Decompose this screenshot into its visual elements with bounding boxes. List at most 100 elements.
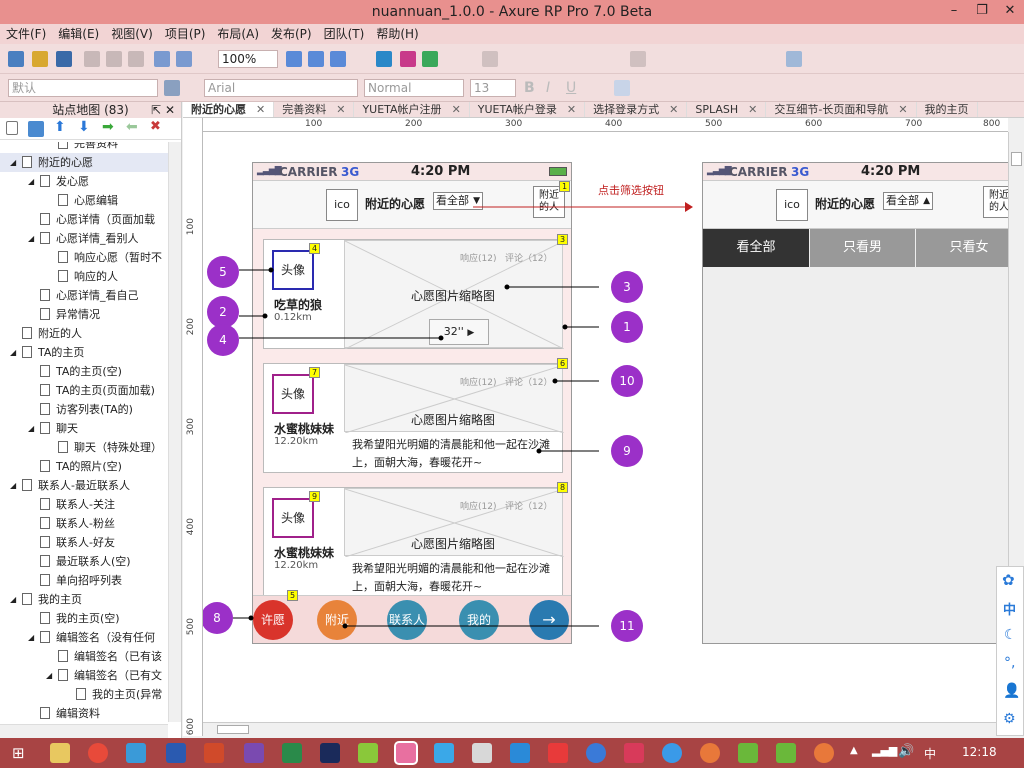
- segment-female[interactable]: 只看女: [916, 229, 1008, 267]
- cut-icon[interactable]: [84, 51, 100, 67]
- tree-item[interactable]: 响应心愿（暂时不: [0, 248, 168, 267]
- collapse-icon[interactable]: ◢: [28, 628, 34, 647]
- undo-icon[interactable]: [154, 51, 170, 67]
- dots-icon[interactable]: °,: [1004, 655, 1015, 671]
- preview-icon[interactable]: [376, 51, 392, 67]
- tab-page[interactable]: YUETA帐户登录 ✕: [470, 102, 586, 117]
- tree-item[interactable]: 我的主页(空): [0, 609, 168, 628]
- powerpoint-icon[interactable]: [204, 743, 224, 763]
- close-tab-icon[interactable]: ✕: [452, 103, 461, 116]
- delete-page-icon[interactable]: ✖: [150, 119, 161, 134]
- indent-icon[interactable]: ➡: [102, 119, 114, 135]
- add-page-icon[interactable]: [6, 121, 18, 135]
- network-icon[interactable]: ▂▄▆: [872, 744, 897, 757]
- menu-publish[interactable]: 发布(P): [265, 24, 318, 44]
- visibility-icon[interactable]: [786, 51, 802, 67]
- moon-icon[interactable]: ☾: [1004, 627, 1017, 643]
- design-canvas[interactable]: ▂▃▅▇ CARRIER 3G 4:20 PM ico 附近的心愿 看全部 ▼ 附…: [203, 132, 1008, 722]
- filter-dropdown[interactable]: 看全部 ▲: [883, 192, 933, 210]
- maximize-button[interactable]: ❐: [968, 0, 996, 22]
- tree-item[interactable]: 单向招呼列表: [0, 571, 168, 590]
- menu-edit[interactable]: 编辑(E): [52, 24, 105, 44]
- tree-item[interactable]: 聊天（特殊处理）: [0, 438, 168, 457]
- segment-male[interactable]: 只看男: [810, 229, 915, 267]
- app-icon[interactable]: [776, 743, 796, 763]
- tree-item[interactable]: ◢ 我的主页: [0, 590, 168, 609]
- tree-item[interactable]: ◢ 心愿详情_看别人: [0, 229, 168, 248]
- align-center-icon[interactable]: [614, 80, 630, 96]
- chrome-icon[interactable]: [88, 743, 108, 763]
- collapse-icon[interactable]: ◢: [10, 343, 16, 362]
- segment-all[interactable]: 看全部: [703, 229, 809, 267]
- tree-item[interactable]: 联系人-粉丝: [0, 514, 168, 533]
- tree-item[interactable]: 心愿编辑: [0, 191, 168, 210]
- tree-item[interactable]: 附近的人: [0, 324, 168, 343]
- tree-item[interactable]: 完善资料: [0, 142, 168, 153]
- fill-color-icon[interactable]: [630, 51, 646, 67]
- user-icon[interactable]: 👤: [1003, 683, 1020, 699]
- tree-item[interactable]: ◢ 联系人-最近联系人: [0, 476, 168, 495]
- font-select[interactable]: Arial: [204, 79, 358, 97]
- close-button[interactable]: ✕: [996, 0, 1024, 22]
- tree-item[interactable]: 异常情况: [0, 305, 168, 324]
- pointer-icon[interactable]: [308, 51, 324, 67]
- ime-indicator[interactable]: 中: [924, 745, 936, 762]
- tree-item-selected[interactable]: ◢ 附近的心愿: [0, 153, 168, 172]
- style-edit-icon[interactable]: [164, 80, 180, 96]
- tree-item[interactable]: TA的照片(空): [0, 457, 168, 476]
- collapse-icon[interactable]: ◢: [28, 229, 34, 248]
- app-icon[interactable]: [662, 743, 682, 763]
- minimize-button[interactable]: –: [940, 0, 968, 22]
- app-icon[interactable]: [472, 743, 492, 763]
- scroll-thumb[interactable]: [1011, 152, 1022, 166]
- gear-icon[interactable]: ⚙: [1003, 711, 1016, 727]
- style-select[interactable]: 默认: [8, 79, 158, 97]
- tree-item[interactable]: 联系人-关注: [0, 495, 168, 514]
- close-tab-icon[interactable]: ✕: [256, 103, 265, 116]
- tree-item[interactable]: TA的主页(空): [0, 362, 168, 381]
- close-tab-icon[interactable]: ✕: [567, 103, 576, 116]
- outdent-icon[interactable]: ⬅: [126, 119, 138, 135]
- tab-page[interactable]: YUETA帐户注册 ✕: [354, 102, 470, 117]
- close-tab-icon[interactable]: ✕: [898, 103, 907, 116]
- app-icon[interactable]: [126, 743, 146, 763]
- word-icon[interactable]: [166, 743, 186, 763]
- scroll-thumb[interactable]: [217, 725, 249, 734]
- tray-expand-icon[interactable]: ▲: [850, 745, 858, 756]
- menu-file[interactable]: 文件(F): [0, 24, 52, 44]
- tab-page[interactable]: SPLASH ✕: [687, 102, 767, 117]
- redo-icon[interactable]: [176, 51, 192, 67]
- tree-item[interactable]: 最近联系人(空): [0, 552, 168, 571]
- tab-page[interactable]: 我的主页: [917, 102, 978, 117]
- popout-icon[interactable]: ⇱: [151, 102, 161, 118]
- open-icon[interactable]: [32, 51, 48, 67]
- windows-start-icon[interactable]: ⊞: [12, 744, 25, 762]
- chinese-input-icon[interactable]: 中: [1003, 599, 1016, 618]
- menu-project[interactable]: 项目(P): [159, 24, 212, 44]
- tree-item[interactable]: 访客列表(TA的): [0, 400, 168, 419]
- italic-icon[interactable]: I: [546, 80, 550, 96]
- menu-help[interactable]: 帮助(H): [370, 24, 424, 44]
- new-icon[interactable]: [8, 51, 24, 67]
- app-icon[interactable]: [624, 743, 644, 763]
- tab-page[interactable]: 完善资料 ✕: [274, 102, 355, 117]
- collapse-icon[interactable]: ◢: [10, 476, 16, 495]
- zoom-select[interactable]: 100%: [218, 50, 278, 68]
- save-icon[interactable]: [56, 51, 72, 67]
- nearby-people-button[interactable]: 附近 的人: [983, 186, 1008, 218]
- tree-item[interactable]: ◢ TA的主页: [0, 343, 168, 362]
- app-icon[interactable]: [814, 743, 834, 763]
- tree-item[interactable]: 心愿详情（页面加载: [0, 210, 168, 229]
- tree-item[interactable]: 心愿详情_看自己: [0, 286, 168, 305]
- app-icon[interactable]: [700, 743, 720, 763]
- connector-icon[interactable]: [330, 51, 346, 67]
- tree-item[interactable]: 响应的人: [0, 267, 168, 286]
- tab-page[interactable]: 选择登录方式 ✕: [585, 102, 688, 117]
- generate-icon[interactable]: [422, 51, 438, 67]
- close-tab-icon[interactable]: ✕: [336, 103, 345, 116]
- close-tab-icon[interactable]: ✕: [748, 103, 757, 116]
- sitemap-hscroll[interactable]: [0, 724, 168, 738]
- tree-item[interactable]: 编辑签名（已有该: [0, 647, 168, 666]
- tree-item[interactable]: ◢ 发心愿: [0, 172, 168, 191]
- tree-item[interactable]: TA的主页(页面加载): [0, 381, 168, 400]
